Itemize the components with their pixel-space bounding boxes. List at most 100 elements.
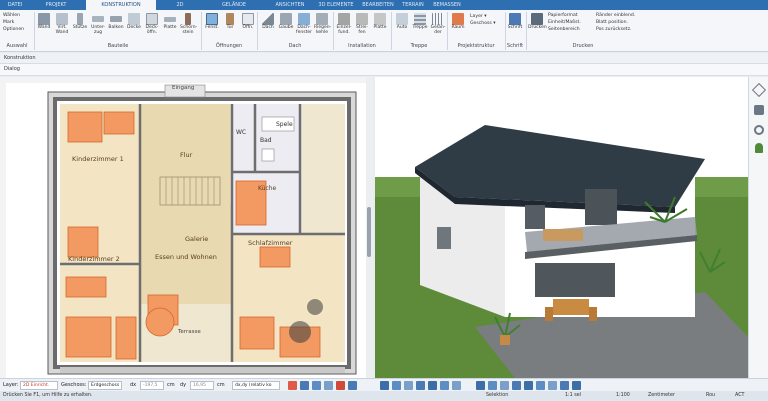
tab-2d[interactable]: 2D: [166, 0, 194, 10]
group-installation-label: Installation: [348, 43, 376, 49]
options-button[interactable]: Optionen: [3, 26, 24, 33]
beam-label: Balken: [108, 25, 124, 30]
reset-position-button[interactable]: Pos zurücksetz.: [596, 26, 635, 33]
sheet-position-button[interactable]: Blatt position.: [596, 19, 635, 26]
tab-ansichten[interactable]: ANSICHTEN: [270, 0, 310, 10]
balcony-furniture: [543, 229, 583, 241]
walk-icon[interactable]: [536, 381, 545, 390]
slab-icon: [164, 17, 176, 22]
door-icon: [226, 13, 234, 25]
tab-gelaende[interactable]: GELÄNDE: [206, 0, 262, 10]
3d-scene: [375, 125, 748, 378]
foundation-slab-label: Platte: [373, 25, 387, 30]
dy-input[interactable]: 16,95: [190, 381, 214, 390]
roof-window-icon: [298, 13, 310, 25]
ribbon-tab-bar: DATEI PROJEKT KONSTRUKTION 2D GELÄNDE AN…: [0, 0, 768, 10]
coordinate-mode-select[interactable]: dx,dy (relativ ko: [232, 381, 280, 390]
structure-list: Layer ▾ Geschoss ▾: [470, 13, 496, 27]
room-icon: [452, 13, 464, 25]
tab-bearbeiten[interactable]: BEARBEITEN: [360, 0, 396, 10]
floor-select[interactable]: Erdgeschoss: [88, 381, 122, 390]
ceiling-opening-icon: [146, 13, 158, 25]
view-tab-bar: Konstruktion: [0, 53, 768, 64]
dialog-bar: Dialog: [0, 64, 768, 76]
tab-projekt[interactable]: PROJEKT: [38, 0, 74, 10]
foundation-icon: [338, 13, 350, 25]
view-side-icon[interactable]: [440, 381, 449, 390]
floor-dropdown[interactable]: Geschoss ▾: [470, 20, 496, 27]
export-icon[interactable]: [560, 381, 569, 390]
unit-scale-button[interactable]: Einheit/Maßst.: [548, 19, 581, 26]
opening-icon: [242, 13, 254, 25]
grid-icon[interactable]: [300, 381, 309, 390]
angle-icon[interactable]: [324, 381, 333, 390]
zoom-tool-icon[interactable]: [404, 381, 413, 390]
room-label-spele: Spele: [276, 121, 293, 128]
group-oeffnungen-label: Öffnungen: [215, 43, 243, 49]
unit-indicator: Zentimeter: [648, 393, 675, 398]
dx-input[interactable]: -197,5: [140, 381, 164, 390]
view-front-icon[interactable]: [452, 381, 461, 390]
foundation-slab-icon: [374, 13, 386, 25]
texture-icon[interactable]: [488, 381, 497, 390]
column-label: Stütze: [72, 25, 88, 30]
room-label-eingang: Eingang: [172, 85, 195, 91]
auto-stair-icon: [396, 13, 408, 25]
roof-window-label: Dach- fenster: [296, 25, 312, 35]
fly-icon[interactable]: [548, 381, 557, 390]
page-range-button[interactable]: Seitenbereich: [548, 26, 581, 33]
single-foundation-label: Einzel- fund.: [336, 25, 352, 35]
tab-3d-elemente[interactable]: 3D ELEMENTE: [316, 0, 356, 10]
camera-icon[interactable]: [524, 381, 533, 390]
virtual-wall-icon: [56, 13, 68, 25]
konstruktion-view-tab[interactable]: Konstruktion: [4, 53, 36, 64]
window: [525, 205, 545, 229]
settings-icon[interactable]: [572, 381, 581, 390]
measure-icon[interactable]: [336, 381, 345, 390]
show-margins-button[interactable]: Ränder einblend.: [596, 12, 635, 19]
floor-plan-view[interactable]: Kinderzimmer 1 Flur WC Bad Spele Küche G…: [0, 77, 373, 378]
chimney-icon: [185, 13, 191, 25]
layers-icon[interactable]: [751, 82, 767, 98]
select-tool-icon[interactable]: [380, 381, 389, 390]
dialog-label[interactable]: Dialog: [4, 64, 20, 75]
cube-icon[interactable]: [754, 105, 764, 115]
room-label-terrasse: Terrasse: [178, 329, 201, 335]
tab-konstruktion[interactable]: KONSTRUKTION: [86, 0, 156, 10]
layer-select[interactable]: 2D Einricht.: [20, 381, 58, 390]
tab-bemassen[interactable]: BEMASSEN: [430, 0, 464, 10]
tab-terrain[interactable]: TERRAIN: [398, 0, 428, 10]
patio-door: [535, 263, 615, 297]
select-button[interactable]: Wählen: [3, 12, 24, 19]
quick-select-list: Wählen Mark Optionen: [3, 12, 24, 33]
paper-format-button[interactable]: Papierformat: [548, 12, 581, 19]
render-icon[interactable]: [476, 381, 485, 390]
tree-icon[interactable]: [755, 143, 763, 153]
room-label-kinderzimmer1: Kinderzimmer 1: [72, 155, 124, 163]
scrollbar-thumb[interactable]: [367, 207, 371, 257]
3d-view[interactable]: [375, 77, 748, 378]
stair-label: Treppe: [412, 25, 428, 30]
orbit-icon[interactable]: [754, 125, 764, 135]
layer-dropdown[interactable]: Layer ▾: [470, 13, 496, 20]
selection-count: 1:1 sel: [565, 393, 582, 398]
tab-datei[interactable]: DATEI: [0, 0, 30, 10]
plan-vertical-scrollbar[interactable]: [366, 77, 373, 378]
room-label-wc: WC: [236, 129, 247, 136]
snap-icon[interactable]: [288, 381, 297, 390]
view-top-icon[interactable]: [428, 381, 437, 390]
valley-label: Riegen- kehle: [314, 25, 332, 35]
window: [585, 189, 617, 225]
rotate-tool-icon[interactable]: [416, 381, 425, 390]
patio-chair: [545, 307, 553, 321]
shadow-icon[interactable]: [500, 381, 509, 390]
group-drucken-label: Drucken: [572, 43, 594, 49]
ortho-icon[interactable]: [312, 381, 321, 390]
group-projektstruktur-label: Projektstruktur: [457, 43, 495, 49]
window-icon: [206, 13, 218, 25]
layer-visibility-icon[interactable]: [348, 381, 357, 390]
mark-button[interactable]: Mark: [3, 19, 24, 26]
door-label: Tür: [226, 25, 234, 30]
pan-tool-icon[interactable]: [392, 381, 401, 390]
sun-icon[interactable]: [512, 381, 521, 390]
